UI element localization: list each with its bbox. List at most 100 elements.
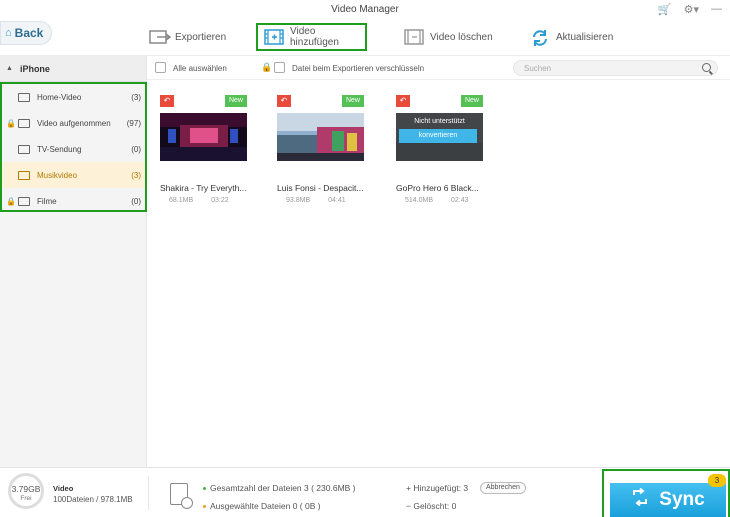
free-space-value: 3.79GB [11,484,41,494]
minimize-icon[interactable]: — [711,3,722,16]
video-meta: 68.1MB 03:22 [160,197,247,204]
free-space-label: Frei [20,495,32,502]
status-bar: 3.79GB Frei Video 100Dateien / 978.1MB G… [0,467,730,517]
encrypt-checkbox[interactable] [274,62,285,73]
undo-icon: ↶ [396,95,410,107]
unsupported-overlay: Nicht unterstützt konvertieren [396,113,483,161]
sync-icon [631,487,649,512]
deleted-count: − Gelöscht: 0 [406,501,456,511]
select-all-checkbox[interactable] [155,62,166,73]
collapse-icon: ▲ [6,65,13,72]
sync-area: Sync 3 [602,469,730,517]
video-size: 514.0MB [405,197,434,204]
thumbnail-image [277,113,364,161]
cart-icon[interactable]: 🛒 [658,3,672,16]
sync-count-badge: 3 [708,474,726,487]
media-type-stats: 100Dateien / 978.1MB [53,495,133,504]
added-count: + Hinzugefügt: 3 [406,483,468,493]
export-button[interactable]: Exportieren [143,23,232,51]
video-duration: 03:22 [211,197,229,204]
sidebar-item-tv-show[interactable]: TV-Sendung (0) [2,136,145,162]
refresh-button[interactable]: Aktualisieren [524,23,619,51]
thumbnail-image [160,113,247,161]
toolbar: ⌂ Back Exportieren Video hinzufügen Vide… [0,20,730,56]
sidebar-item-music-video[interactable]: Musikvideo (3) [2,162,145,188]
title-bar: Video Manager 🛒 ⚙▾ — [0,0,730,20]
search-input[interactable]: Suchen [513,60,718,76]
sidebar-item-movies[interactable]: 🔒 Filme (0) [2,188,145,214]
camera-icon [18,118,30,128]
export-icon [149,29,172,45]
lock-icon: 🔒 [6,196,16,206]
lock-icon: 🔒 [6,118,16,128]
undo-icon: ↶ [277,95,291,107]
sidebar-item-count: (97) [126,118,141,128]
export-label: Exportieren [175,31,227,43]
settings-icon[interactable]: ⚙▾ [684,3,699,16]
sidebar: ▲ iPhone Home-Video (3) 🔒 Video aufgenom… [0,56,147,467]
video-duration: 04:41 [328,197,346,204]
new-badge: New [460,95,483,107]
orange-dot-icon [203,505,206,509]
divider [148,476,149,510]
window-title: Video Manager [331,4,399,15]
sidebar-item-count: (0) [131,196,141,206]
added-text: Hinzugefügt: 3 [413,483,469,493]
search-placeholder: Suchen [524,64,552,73]
sidebar-item-count: (3) [131,170,141,180]
video-meta: 93.8MB 04:41 [277,197,364,204]
storage-indicator: 3.79GB Frei [8,473,44,509]
sidebar-item-label: Video aufgenommen [37,118,111,128]
category-list: Home-Video (3) 🔒 Video aufgenommen (97) … [0,82,147,212]
deleted-text: Gelöscht: 0 [413,501,457,511]
video-title: Shakira - Try Everyth... [160,183,247,193]
green-dot-icon [203,487,206,491]
video-meta: 514.0MB 02:43 [396,197,483,204]
video-item[interactable]: ↶ New Nicht unterstützt konvertieren GoP… [396,93,483,204]
film-delete-icon [404,29,424,45]
search-icon[interactable] [702,63,711,72]
refresh-label: Aktualisieren [556,31,614,43]
video-item[interactable]: ↶ New Luis Fonsi - Despacit... 93.8MB 04… [277,93,364,204]
convert-button[interactable]: konvertieren [399,129,477,143]
sync-button[interactable]: Sync [610,483,726,517]
video-size: 68.1MB [169,197,194,204]
add-video-label: Video hinzufügen [290,26,339,48]
sidebar-item-recorded-video[interactable]: 🔒 Video aufgenommen (97) [2,110,145,136]
back-button[interactable]: ⌂ Back [0,21,52,45]
media-type-title: Video [53,484,74,493]
film-add-icon [264,29,284,45]
delete-video-button[interactable]: Video löschen [398,23,499,51]
sidebar-item-home-video[interactable]: Home-Video (3) [2,84,145,110]
video-title: GoPro Hero 6 Black... [396,183,479,193]
filter-bar: Alle auswählen 🔒 Datei beim Exportieren … [147,56,730,80]
delete-video-label: Video löschen [430,31,493,43]
window-controls: 🛒 ⚙▾ — [658,3,722,16]
refresh-icon [530,29,550,46]
sidebar-item-label: TV-Sendung [37,144,82,154]
sidebar-item-label: Home-Video [37,92,82,102]
total-files: Gesamtzahl der Dateien 3 ( 230.6MB ) [203,483,356,493]
new-badge: New [341,95,364,107]
select-all-label: Alle auswählen [173,64,227,73]
back-label: Back [14,26,44,40]
video-thumbnail[interactable]: ↶ New [277,93,364,161]
device-name: iPhone [19,63,50,74]
selected-files: Ausgewählte Dateien 0 ( 0B ) [203,501,321,511]
video-size: 93.8MB [286,197,311,204]
video-thumbnail[interactable]: ↶ New Nicht unterstützt konvertieren [396,93,483,161]
video-item[interactable]: ↶ New Shakira - Try Everyth... 68.1MB 03… [160,93,247,204]
undo-icon: ↶ [160,95,174,107]
unsupported-label: Nicht unterstützt [414,118,465,125]
tv-icon [18,144,30,154]
video-thumbnail[interactable]: ↶ New [160,93,247,161]
add-video-button[interactable]: Video hinzufügen [256,23,367,51]
film-icon [18,196,30,206]
cancel-button[interactable]: Abbrechen [480,482,526,494]
device-header[interactable]: ▲ iPhone [0,56,146,82]
home-icon: ⌂ [5,27,12,39]
sidebar-item-label: Musikvideo [37,170,78,180]
new-badge: New [224,95,247,107]
monitor-icon [18,92,30,102]
video-duration: 02:43 [451,197,469,204]
